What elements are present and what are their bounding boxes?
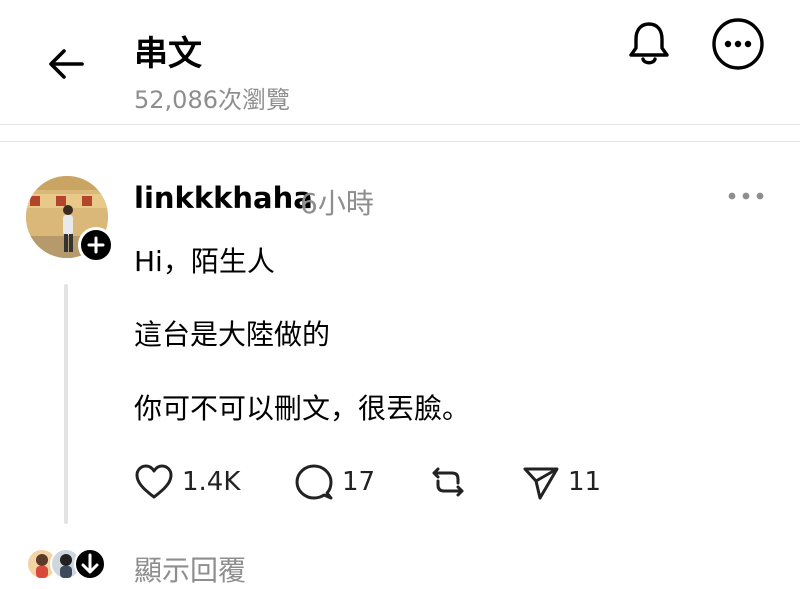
comment-count: 17 [342, 467, 376, 497]
repost-icon [432, 467, 464, 497]
share-count: 11 [568, 467, 602, 497]
repost-button[interactable] [428, 462, 468, 502]
post-username[interactable]: linkkkhaha [134, 181, 313, 215]
send-icon [523, 467, 559, 500]
more-horizontal-icon [728, 192, 764, 200]
like-count: 1.4K [182, 467, 241, 497]
notification-button[interactable] [624, 18, 674, 68]
view-count: 52,086次瀏覽 [134, 86, 290, 114]
reply-avatar-stack [26, 548, 106, 580]
comment-icon [295, 464, 333, 500]
post-text-line: 你可不可以刪文，很丟臉。 [134, 392, 471, 425]
header-divider [0, 124, 800, 125]
show-replies-link[interactable]: 顯示回覆 [134, 549, 246, 589]
post-text-line: Hi，陌生人 [134, 245, 275, 278]
back-button[interactable] [44, 44, 88, 84]
post-more-button[interactable] [722, 182, 770, 210]
page-title: 串文 [134, 34, 202, 74]
reply-avatars[interactable] [26, 544, 106, 584]
follow-button[interactable] [78, 227, 114, 263]
bell-icon [629, 22, 669, 65]
arrow-left-icon [49, 49, 84, 79]
post-text-line: 這台是大陸做的 [134, 318, 331, 351]
post-timestamp: 6小時 [300, 187, 374, 220]
more-options-button[interactable] [710, 16, 766, 72]
plus-icon [87, 236, 105, 254]
more-horizontal-circle-icon [712, 18, 764, 70]
comment-button[interactable]: 17 [294, 462, 375, 502]
heart-icon [135, 464, 173, 499]
share-button[interactable]: 11 [522, 462, 601, 502]
like-button[interactable]: 1.4K [134, 462, 240, 502]
thread-line [64, 284, 68, 524]
content-divider [0, 141, 800, 142]
